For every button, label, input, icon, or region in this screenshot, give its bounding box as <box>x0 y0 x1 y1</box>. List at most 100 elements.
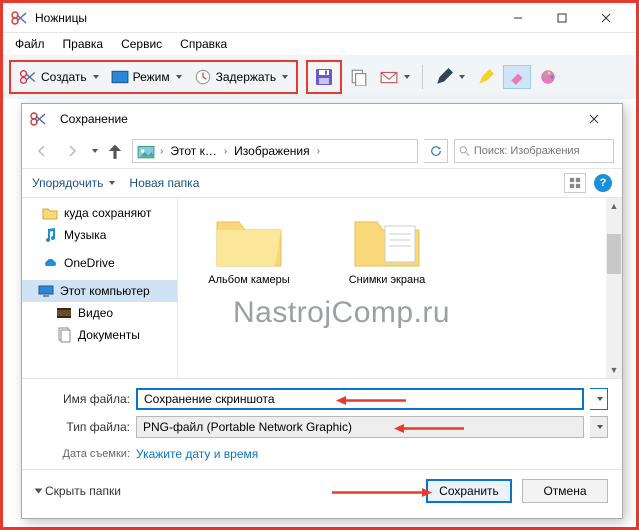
pen-button[interactable] <box>431 63 469 91</box>
folder-content-pane[interactable]: Альбом камеры Снимки экрана ▲ ▼ NastrojC… <box>178 198 622 378</box>
save-dialog: Сохранение › Этот к… › Изображения › <box>21 103 623 519</box>
highlighter-button[interactable] <box>473 63 499 91</box>
chevron-down-icon <box>176 75 182 79</box>
mail-icon <box>380 68 398 86</box>
breadcrumb-seg-pictures[interactable]: Изображения <box>232 144 311 158</box>
breadcrumb-chevron[interactable]: › <box>314 146 323 157</box>
organize-button[interactable]: Упорядочить <box>32 176 115 190</box>
copy-button[interactable] <box>346 63 372 91</box>
nav-back-button[interactable] <box>30 139 54 163</box>
scroll-thumb[interactable] <box>607 234 621 274</box>
tree-item-folder[interactable]: куда сохраняют <box>22 202 177 224</box>
snipping-tool-icon <box>30 111 46 127</box>
separator <box>422 65 423 89</box>
filename-dropdown-button[interactable] <box>590 388 608 410</box>
dialog-footer: Скрыть папки Сохранить Отмена <box>22 469 622 511</box>
pictures-folder-icon <box>137 142 155 160</box>
tree-item-label: Музыка <box>64 228 106 242</box>
delay-button[interactable]: Задержать <box>188 63 294 91</box>
folder-label: Снимки экрана <box>349 274 426 286</box>
minimize-button[interactable] <box>496 4 540 32</box>
video-icon <box>56 305 72 321</box>
recent-locations-button[interactable] <box>92 149 98 153</box>
menu-file[interactable]: Файл <box>7 35 53 53</box>
menu-help[interactable]: Справка <box>172 35 235 53</box>
annotation-redbox-save <box>306 60 342 94</box>
date-taken-link[interactable]: Укажите дату и время <box>136 447 258 461</box>
dialog-body: куда сохраняют Музыка OneDrive Этот комп… <box>22 198 622 378</box>
save-button[interactable]: Сохранить <box>426 479 512 503</box>
eraser-icon <box>508 68 526 86</box>
folder-item-camera[interactable]: Альбом камеры <box>194 210 304 286</box>
new-snip-button[interactable]: Создать <box>13 63 105 91</box>
search-field[interactable] <box>474 145 609 157</box>
documents-icon <box>56 327 72 343</box>
scroll-down-arrow[interactable]: ▼ <box>607 362 621 378</box>
help-button[interactable]: ? <box>594 174 612 192</box>
main-window-title: Ножницы <box>35 11 87 25</box>
dialog-close-button[interactable] <box>574 107 614 131</box>
tree-item-label: куда сохраняют <box>64 206 151 220</box>
hide-folders-button[interactable]: Скрыть папки <box>36 484 121 498</box>
tree-item-onedrive[interactable]: OneDrive <box>22 252 177 274</box>
menu-bar: Файл Правка Сервис Справка <box>3 33 636 55</box>
highlighter-icon <box>477 68 495 86</box>
tree-item-this-pc[interactable]: Этот компьютер <box>22 280 177 302</box>
save-label: Сохранить <box>439 484 499 498</box>
chevron-icon <box>35 488 43 493</box>
tree-item-label: OneDrive <box>64 256 115 270</box>
rectangle-icon <box>111 68 129 86</box>
breadcrumb-bar[interactable]: › Этот к… › Изображения › <box>132 139 418 163</box>
palette-icon <box>539 68 557 86</box>
folder-item-screenshots[interactable]: Снимки экрана <box>332 210 442 286</box>
breadcrumb-seg-pc[interactable]: Этот к… <box>168 144 218 158</box>
chevron-down-icon <box>597 397 603 401</box>
annotation-redbox-left: Создать Режим Задержать <box>9 60 298 94</box>
annotation-arrow <box>332 486 432 495</box>
filetype-select[interactable]: PNG-файл (Portable Network Graphic) <box>136 416 584 438</box>
new-folder-button[interactable]: Новая папка <box>129 176 199 190</box>
view-options-button[interactable] <box>564 173 586 193</box>
onedrive-icon <box>42 255 58 271</box>
breadcrumb-chevron[interactable]: › <box>157 146 166 157</box>
tree-item-music[interactable]: Музыка <box>22 224 177 246</box>
navigation-tree: куда сохраняют Музыка OneDrive Этот комп… <box>22 198 178 378</box>
mode-button[interactable]: Режим <box>105 63 188 91</box>
breadcrumb-chevron[interactable]: › <box>221 146 230 157</box>
new-snip-label: Создать <box>41 70 87 84</box>
clock-icon <box>194 68 212 86</box>
nav-forward-button[interactable] <box>60 139 84 163</box>
delay-label: Задержать <box>216 70 276 84</box>
chevron-down-icon <box>459 75 465 79</box>
menu-edit[interactable]: Правка <box>55 35 112 53</box>
tree-item-videos[interactable]: Видео <box>22 302 177 324</box>
snipping-tool-icon <box>11 10 27 26</box>
refresh-button[interactable] <box>424 139 448 163</box>
search-icon <box>459 145 470 157</box>
close-button[interactable] <box>584 4 628 32</box>
copy-icon <box>350 68 368 86</box>
scroll-up-arrow[interactable]: ▲ <box>607 198 621 214</box>
save-button[interactable] <box>315 68 333 86</box>
tree-item-documents[interactable]: Документы <box>22 324 177 346</box>
filetype-value: PNG-файл (Portable Network Graphic) <box>143 420 352 434</box>
tree-item-label: Видео <box>78 306 113 320</box>
folder-label: Альбом камеры <box>208 274 289 286</box>
chevron-down-icon <box>282 75 288 79</box>
date-taken-label: Дата съемки: <box>36 448 130 460</box>
tree-item-label: Документы <box>78 328 140 342</box>
cancel-button[interactable]: Отмена <box>522 479 608 503</box>
send-button[interactable] <box>376 63 414 91</box>
annotation-arrow <box>394 422 464 431</box>
maximize-button[interactable] <box>540 4 584 32</box>
menu-tools[interactable]: Сервис <box>113 35 170 53</box>
folder-icon <box>42 205 58 221</box>
eraser-button[interactable] <box>503 65 531 89</box>
filetype-dropdown-button[interactable] <box>590 416 608 438</box>
search-input[interactable] <box>454 139 614 163</box>
scrollbar-vertical[interactable]: ▲ ▼ <box>606 198 622 378</box>
paint3d-button[interactable] <box>535 63 561 91</box>
nav-up-button[interactable] <box>104 140 126 162</box>
chevron-down-icon <box>597 425 603 429</box>
music-icon <box>42 227 58 243</box>
